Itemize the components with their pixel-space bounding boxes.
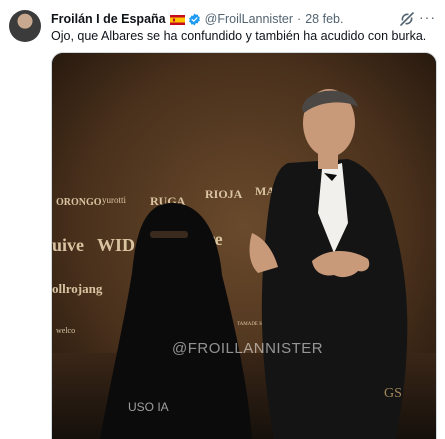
timestamp[interactable]: 28 feb. — [305, 12, 343, 26]
separator: · — [297, 12, 302, 26]
image-caption: USO IA — [128, 400, 169, 414]
grok-icon[interactable] — [399, 11, 415, 27]
display-name[interactable]: Froilán I de España — [51, 12, 166, 26]
backdrop-logo: ORONGO — [56, 197, 102, 208]
spain-flag-icon — [169, 14, 185, 25]
backdrop-logo: ollrojang — [52, 281, 103, 296]
corner-logo: GS — [384, 386, 402, 401]
tweet[interactable]: Froilán I de España @FroilLannister · 28… — [0, 0, 445, 439]
avatar[interactable] — [9, 10, 41, 42]
backdrop-logo: yurotti — [102, 195, 126, 205]
backdrop-logo: welco — [56, 326, 75, 335]
more-options-icon[interactable]: ··· — [419, 9, 436, 25]
handle[interactable]: @FroilLannister — [205, 12, 293, 26]
backdrop-logo: RIOJA — [205, 187, 243, 201]
tweet-text: Ojo, que Albares se ha confundido y tamb… — [51, 29, 427, 43]
tweet-header: Froilán I de España @FroilLannister · 28… — [51, 10, 405, 28]
backdrop-logo: uive — [52, 235, 84, 255]
verified-badge-icon — [188, 13, 201, 26]
tweet-media-image[interactable]: ORONGO yurotti RUGA RIOJA MA uive WIDA a… — [51, 52, 437, 439]
watermark-text: @FROILLANNISTER — [172, 340, 323, 357]
